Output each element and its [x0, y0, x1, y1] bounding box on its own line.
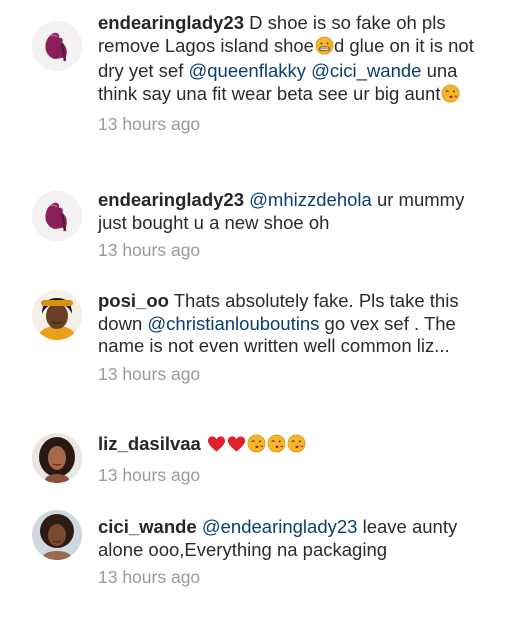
comment-content [201, 433, 306, 454]
mention-link[interactable]: @cici_wande [311, 60, 421, 81]
grimacing-face-icon [315, 36, 334, 61]
comment-body: endearinglady23 D shoe is so fake oh pls… [98, 12, 493, 135]
comment-body: liz_dasilvaa 13 hours ago [98, 433, 493, 486]
username[interactable]: endearinglady23 [98, 12, 244, 33]
avatar[interactable] [32, 191, 82, 241]
comment-text: cici_wande @endearinglady23 leave aunty … [98, 516, 493, 561]
mention-link[interactable]: @queenflakky [188, 60, 306, 81]
avatar[interactable] [32, 510, 82, 560]
timestamp: 13 hours ago [98, 464, 201, 485]
kissing-face-icon [441, 84, 460, 109]
comment-text: endearinglady23 @mhizzdehola ur mummy ju… [98, 189, 493, 234]
kissing-face-icon [287, 434, 306, 459]
kissing-face-icon [267, 434, 286, 459]
kissing-face-icon [247, 434, 266, 459]
mention-link[interactable]: @mhizzdehola [249, 189, 372, 210]
username[interactable]: posi_oo [98, 290, 169, 311]
comment-text: posi_oo Thats absolutely fake. Pls take … [98, 290, 493, 358]
username[interactable]: endearinglady23 [98, 189, 244, 210]
comment-feed: endearinglady23 D shoe is so fake oh pls… [0, 0, 511, 620]
red-heart-icon [207, 435, 226, 459]
comment-body: endearinglady23 @mhizzdehola ur mummy ju… [98, 189, 493, 261]
timestamp: 13 hours ago [98, 363, 201, 384]
mention-link[interactable]: @christianlouboutins [147, 313, 319, 334]
comment-body: cici_wande @endearinglady23 leave aunty … [98, 516, 493, 588]
avatar[interactable] [32, 21, 82, 71]
comment-text: liz_dasilvaa [98, 433, 493, 459]
red-heart-icon [227, 435, 246, 459]
username[interactable]: liz_dasilvaa [98, 433, 201, 454]
comment-text-segment [201, 433, 206, 454]
mention-link[interactable]: @endearinglady23 [202, 516, 358, 537]
comment-text: endearinglady23 D shoe is so fake oh pls… [98, 12, 493, 108]
timestamp: 13 hours ago [98, 114, 201, 134]
avatar[interactable] [32, 433, 82, 483]
username[interactable]: cici_wande [98, 516, 197, 537]
comment-body: posi_oo Thats absolutely fake. Pls take … [98, 290, 493, 385]
avatar[interactable] [32, 290, 82, 340]
timestamp: 13 hours ago [98, 240, 201, 260]
timestamp: 13 hours ago [98, 567, 201, 587]
